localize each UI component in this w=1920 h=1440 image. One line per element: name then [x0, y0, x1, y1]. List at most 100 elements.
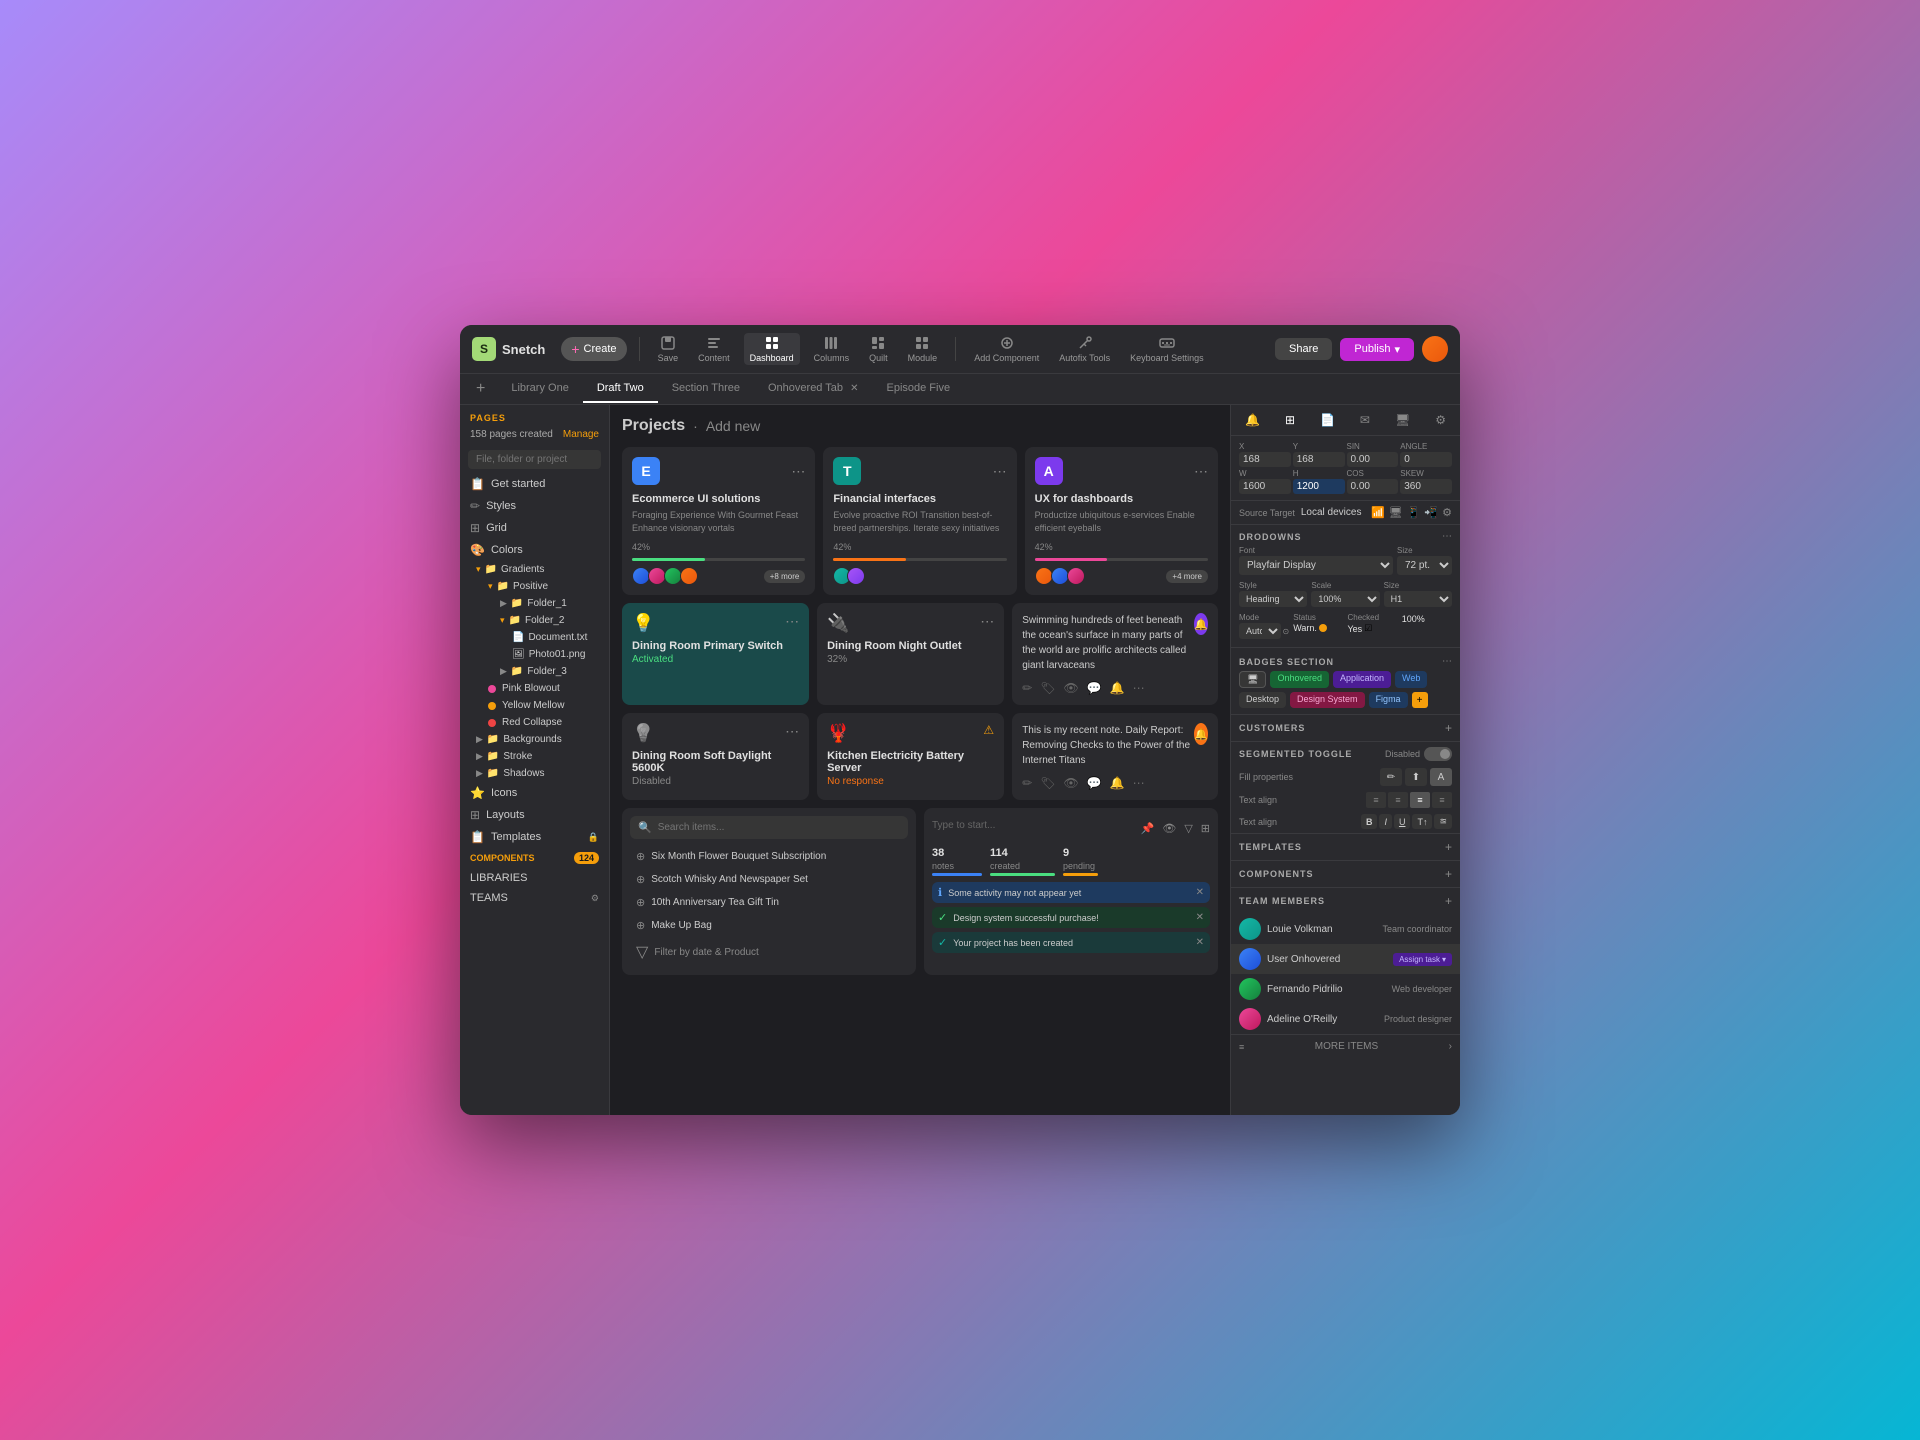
- list-item[interactable]: ⊕ Make Up Bag: [630, 914, 908, 937]
- section-collapse-icon[interactable]: ⋯: [1442, 531, 1452, 542]
- share-button[interactable]: Share: [1275, 338, 1332, 360]
- badge-application[interactable]: Application: [1333, 671, 1391, 688]
- close-notification-icon[interactable]: ✕: [1196, 912, 1204, 923]
- badge-design-system[interactable]: Design System: [1290, 692, 1365, 708]
- w-input[interactable]: [1239, 479, 1291, 494]
- badge-figma[interactable]: Figma: [1369, 692, 1408, 708]
- size2-select[interactable]: H1: [1384, 591, 1452, 607]
- smart-card-night-outlet[interactable]: 🔌 ⋯ Dining Room Night Outlet 32%: [817, 603, 1004, 705]
- pin-icon[interactable]: 📌: [1141, 822, 1155, 835]
- components-section[interactable]: COMPONENTS 124: [460, 848, 609, 868]
- tag-icon[interactable]: 🏷: [1040, 776, 1055, 790]
- strikethrough-button[interactable]: ≊: [1434, 814, 1452, 829]
- note-card-daily-report[interactable]: This is my recent note. Daily Report: Re…: [1012, 713, 1218, 800]
- tablet-icon[interactable]: 📲: [1424, 506, 1438, 519]
- tree-item-shadows[interactable]: ▶ 📁 Shadows: [460, 765, 609, 782]
- card-menu-icon[interactable]: ⋯: [785, 723, 799, 740]
- badge-add-button[interactable]: +: [1412, 692, 1428, 708]
- smart-card-soft-daylight[interactable]: 💡 ⋯ Dining Room Soft Daylight 5600K Disa…: [622, 713, 809, 800]
- customers-section[interactable]: CUSTOMERS +: [1231, 715, 1460, 742]
- underline-button[interactable]: U: [1394, 814, 1411, 829]
- eye-icon[interactable]: 👁: [1063, 681, 1078, 695]
- more-icon[interactable]: ⋯: [1133, 776, 1145, 790]
- content-button[interactable]: Content: [692, 333, 736, 365]
- list-item[interactable]: ⊕ 10th Anniversary Tea Gift Tin: [630, 891, 908, 914]
- templates-row[interactable]: TEMPLATES +: [1231, 833, 1460, 860]
- dropdowns-section-header[interactable]: DRODOWNS ⋯: [1231, 525, 1460, 546]
- sidebar-item-icons[interactable]: ⭐ Icons: [460, 782, 609, 804]
- add-component-panel-icon[interactable]: +: [1445, 867, 1452, 881]
- settings-source-icon[interactable]: ⚙: [1442, 506, 1452, 519]
- layers-panel-icon[interactable]: ⊞: [1281, 411, 1299, 429]
- sidebar-search[interactable]: [468, 450, 601, 469]
- assign-task-button[interactable]: Assign task ▾: [1393, 953, 1452, 966]
- bold-button[interactable]: B: [1361, 814, 1378, 829]
- sidebar-item-libraries[interactable]: LIBRARIES: [460, 868, 609, 888]
- dashboard-button[interactable]: Dashboard: [744, 333, 800, 365]
- close-notification-icon[interactable]: ✕: [1196, 937, 1204, 948]
- tab-episode-five[interactable]: Episode Five: [872, 375, 964, 403]
- search-items-input[interactable]: [658, 822, 900, 833]
- member-row-user-onhovered[interactable]: User Onhovered Assign task ▾: [1231, 944, 1460, 974]
- superscript-button[interactable]: T↑: [1412, 814, 1432, 829]
- chat-icon[interactable]: 💬: [1087, 776, 1102, 790]
- tree-item-backgrounds[interactable]: ▶ 📁 Backgrounds: [460, 731, 609, 748]
- user-avatar[interactable]: [1422, 336, 1448, 362]
- sin-input[interactable]: [1347, 452, 1399, 467]
- quilt-button[interactable]: Quilt: [863, 333, 894, 365]
- add-member-icon[interactable]: +: [1445, 894, 1452, 908]
- add-new-button[interactable]: Add new: [706, 418, 760, 434]
- wifi-icon[interactable]: 📶: [1371, 506, 1385, 519]
- list-item[interactable]: ⊕ Scotch Whisky And Newspaper Set: [630, 868, 908, 891]
- notification-purchase[interactable]: ✓ Design system successful purchase! ✕: [932, 907, 1210, 928]
- tree-item-document[interactable]: 📄 Document.txt: [460, 629, 609, 646]
- mode-select[interactable]: Auto: [1239, 623, 1281, 639]
- tab-library-one[interactable]: Library One: [497, 375, 582, 403]
- gear-panel-icon[interactable]: ⚙: [1431, 411, 1450, 429]
- chat-icon[interactable]: 💬: [1087, 681, 1102, 695]
- card-menu-icon[interactable]: ⋯: [980, 613, 994, 630]
- member-row-fernando[interactable]: Fernando Pidrilio Web developer: [1231, 974, 1460, 1004]
- list-item[interactable]: ⊕ Six Month Flower Bouquet Subscription: [630, 845, 908, 868]
- cos-input[interactable]: [1347, 479, 1399, 494]
- more-items-row[interactable]: ≡ MORE ITEMS ›: [1231, 1034, 1460, 1058]
- badges-section-header[interactable]: BADGES SECTION ⋯: [1231, 650, 1460, 671]
- card-menu-icon[interactable]: ⋯: [785, 613, 799, 630]
- sidebar-item-grid[interactable]: ⊞ Grid: [460, 517, 609, 539]
- tree-item-yellow-mellow[interactable]: Yellow Mellow: [460, 697, 609, 714]
- tag-icon[interactable]: 🏷: [1040, 681, 1055, 695]
- smart-card-primary-switch[interactable]: 💡 ⋯ Dining Room Primary Switch Activated: [622, 603, 809, 705]
- autofix-tools-button[interactable]: Autofix Tools: [1053, 333, 1116, 365]
- skew-input[interactable]: [1400, 479, 1452, 494]
- sidebar-item-templates[interactable]: 📋 Templates 🔒: [460, 826, 609, 848]
- add-template-icon[interactable]: +: [1445, 840, 1452, 854]
- tree-item-pink-blowout[interactable]: Pink Blowout: [460, 680, 609, 697]
- tab-section-three[interactable]: Section Three: [658, 375, 754, 403]
- sidebar-item-styles[interactable]: ✏ Styles: [460, 495, 609, 517]
- angle-input[interactable]: [1400, 452, 1452, 467]
- align-left-btn[interactable]: ≡: [1366, 792, 1386, 808]
- module-button[interactable]: Module: [902, 333, 944, 365]
- scale-select[interactable]: 100%: [1311, 591, 1379, 607]
- fill-text-btn[interactable]: A: [1430, 768, 1452, 786]
- sidebar-item-get-started[interactable]: 📋 Get started: [460, 473, 609, 495]
- bell-icon[interactable]: 🔔: [1110, 681, 1125, 695]
- badges-section-toggle[interactable]: ⋯: [1442, 656, 1452, 667]
- note-card-ocean[interactable]: Swimming hundreds of feet beneath the oc…: [1012, 603, 1218, 705]
- monitor-icon[interactable]: 🖥: [1389, 506, 1403, 519]
- card-menu-icon[interactable]: ⋯: [993, 463, 1007, 480]
- tree-item-gradients[interactable]: ▾ 📁 Gradients: [460, 561, 609, 578]
- browser-panel-icon[interactable]: 🖥: [1391, 411, 1414, 429]
- eye-icon[interactable]: 👁: [1063, 776, 1078, 790]
- align-right-btn[interactable]: ≡: [1410, 792, 1430, 808]
- keyboard-settings-button[interactable]: Keyboard Settings: [1124, 333, 1210, 365]
- edit-icon[interactable]: ✏: [1022, 681, 1032, 695]
- filter-row[interactable]: ▽ Filter by date & Product: [630, 937, 908, 967]
- sidebar-item-layouts[interactable]: ⊞ Layouts: [460, 804, 609, 826]
- tree-item-positive[interactable]: ▾ 📁 Positive: [460, 578, 609, 595]
- badge-monitor[interactable]: 🖥: [1239, 671, 1266, 688]
- style-select[interactable]: Heading: [1239, 591, 1307, 607]
- search-input-bar[interactable]: 🔍: [630, 816, 908, 839]
- italic-button[interactable]: I: [1379, 814, 1392, 829]
- badge-onhovered[interactable]: Onhovered: [1270, 671, 1329, 688]
